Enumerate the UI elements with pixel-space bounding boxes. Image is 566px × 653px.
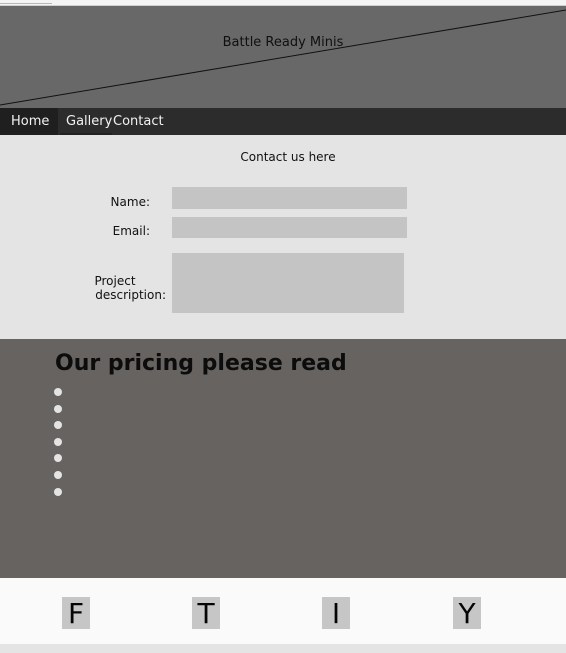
email-input[interactable] <box>172 217 407 238</box>
instagram-icon[interactable]: I <box>322 597 350 630</box>
contact-form: Contact us here Name: Email: Project des… <box>0 135 566 339</box>
pricing-list-item <box>54 388 62 396</box>
pricing-list-item <box>54 421 62 430</box>
project-label-line1: Project <box>94 274 136 288</box>
main-nav: Home Gallery Contact <box>0 108 566 135</box>
pricing-list-item <box>54 470 62 479</box>
pricing-list-item <box>54 404 62 413</box>
facebook-icon[interactable]: F <box>62 597 90 630</box>
bottom-strip <box>0 644 566 653</box>
name-input[interactable] <box>172 187 407 209</box>
project-label-line2: description: <box>95 288 166 302</box>
hero-banner: Battle Ready Minis <box>0 6 566 108</box>
pricing-list-item <box>54 487 62 496</box>
twitter-icon[interactable]: T <box>192 597 220 630</box>
pricing-list-item <box>54 454 62 463</box>
email-label: Email: <box>112 224 150 238</box>
youtube-icon[interactable]: Y <box>453 597 481 630</box>
nav-contact[interactable]: Contact <box>113 108 173 135</box>
site-title: Battle Ready Minis <box>222 35 344 50</box>
contact-title: Contact us here <box>240 150 336 164</box>
footer: F T I Y <box>0 578 566 644</box>
top-strip-corner <box>0 0 52 4</box>
pricing-section: Our pricing please read <box>0 339 566 578</box>
hero-placeholder-image <box>0 9 566 106</box>
hero-diagonal-line <box>0 9 566 106</box>
project-description-textarea[interactable] <box>172 253 404 313</box>
nav-home[interactable]: Home <box>0 108 58 135</box>
pricing-list <box>54 388 62 504</box>
nav-gallery[interactable]: Gallery <box>60 108 112 135</box>
name-label: Name: <box>110 195 150 209</box>
pricing-list-item <box>54 437 62 446</box>
pricing-title: Our pricing please read <box>55 351 347 376</box>
